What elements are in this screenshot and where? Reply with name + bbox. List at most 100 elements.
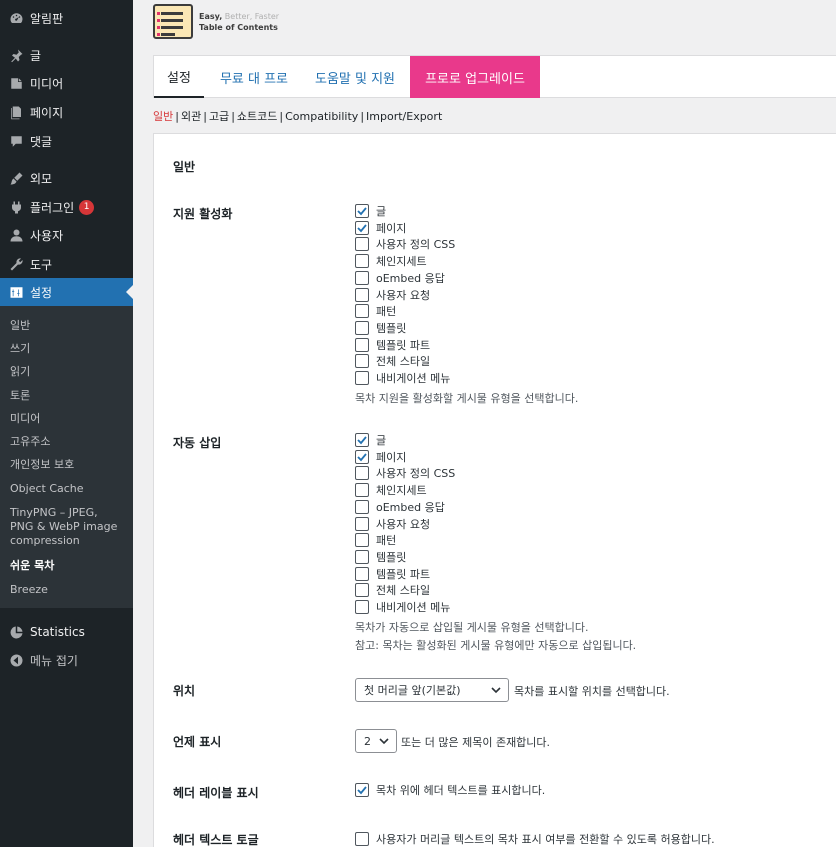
- auto-insert-checkbox[interactable]: [355, 600, 369, 614]
- menu-item-posts[interactable]: 글: [0, 41, 133, 69]
- auto-insert-option[interactable]: oEmbed 응답: [355, 499, 445, 515]
- support-checkbox[interactable]: [355, 237, 369, 252]
- menu-label: 알림판: [30, 11, 64, 26]
- support-description: 목차 지원을 활성화할 게시물 유형을 선택합니다.: [355, 392, 579, 405]
- tab-settings[interactable]: 설정: [154, 56, 204, 98]
- auto-insert-option-label: 사용자 요청: [376, 517, 431, 531]
- position-select[interactable]: 첫 머리글 앞(기본값): [355, 678, 509, 702]
- submenu-item-permalinks[interactable]: 고유주소: [10, 435, 128, 449]
- menu-item-plugins[interactable]: 플러그인 1: [0, 193, 133, 221]
- submenu-item-reading[interactable]: 읽기: [10, 365, 128, 379]
- support-checkbox[interactable]: [355, 371, 369, 385]
- auto-insert-checkbox[interactable]: [355, 483, 369, 498]
- support-checkbox[interactable]: [355, 354, 369, 369]
- auto-insert-checkbox[interactable]: [355, 533, 369, 548]
- subnav-advanced[interactable]: 고급: [209, 110, 229, 123]
- auto-insert-checkbox[interactable]: [355, 499, 369, 514]
- support-option[interactable]: 패턴: [355, 303, 396, 319]
- support-checkbox[interactable]: [355, 270, 369, 285]
- menu-label: 페이지: [30, 105, 64, 120]
- position-select-value: 첫 머리글 앞(기본값): [364, 684, 461, 697]
- auto-insert-option[interactable]: 템플릿: [355, 549, 406, 565]
- chevron-down-icon: [379, 738, 389, 745]
- auto-insert-checkbox[interactable]: [355, 566, 369, 581]
- subnav-import-export[interactable]: Import/Export: [366, 110, 442, 123]
- support-option[interactable]: oEmbed 응답: [355, 270, 445, 286]
- subnav-appearance[interactable]: 외관: [181, 110, 201, 123]
- submenu-item-writing[interactable]: 쓰기: [10, 342, 128, 356]
- auto-insert-option-label: 내비게이션 메뉴: [376, 601, 451, 614]
- submenu-item-general[interactable]: 일반: [10, 319, 128, 333]
- auto-insert-description: 목차가 자동으로 삽입될 게시물 유형을 선택합니다.: [355, 621, 589, 634]
- menu-item-statistics[interactable]: Statistics: [0, 618, 133, 646]
- support-option[interactable]: 글: [355, 203, 386, 219]
- menu-item-comments[interactable]: 댓글: [0, 127, 133, 155]
- tab-help-support[interactable]: 도움말 및 지원: [304, 56, 406, 98]
- menu-label: 미디어: [30, 76, 64, 91]
- header-label-checkbox[interactable]: [355, 783, 369, 797]
- auto-insert-option[interactable]: 체인지세트: [355, 482, 427, 498]
- submenu-item-tinypng[interactable]: TinyPNG – JPEG, PNG & WebP image compres…: [10, 506, 122, 548]
- plugin-logo-icon: [153, 4, 193, 39]
- menu-item-users[interactable]: 사용자: [0, 221, 133, 249]
- menu-item-pages[interactable]: 페이지: [0, 98, 133, 126]
- submenu-item-discussion[interactable]: 토론: [10, 389, 128, 403]
- support-checkbox[interactable]: [355, 287, 369, 302]
- menu-item-settings[interactable]: 설정: [0, 278, 133, 306]
- support-option[interactable]: 사용자 정의 CSS: [355, 236, 455, 252]
- active-menu-arrow: [126, 285, 133, 299]
- support-checkbox[interactable]: [355, 220, 369, 235]
- header-label-option[interactable]: 목차 위에 헤더 텍스트를 표시합니다.: [355, 782, 545, 798]
- auto-insert-checkbox[interactable]: [355, 433, 369, 447]
- heading-count-select[interactable]: 2: [355, 729, 397, 753]
- support-checkbox[interactable]: [355, 304, 369, 319]
- auto-insert-checkbox[interactable]: [355, 516, 369, 531]
- auto-insert-checkbox[interactable]: [355, 449, 369, 464]
- menu-item-dashboard[interactable]: 알림판: [0, 4, 133, 32]
- menu-item-appearance[interactable]: 외모: [0, 164, 133, 192]
- auto-insert-checkbox[interactable]: [355, 549, 369, 564]
- subnav-compatibility[interactable]: Compatibility: [285, 110, 358, 123]
- support-checkbox[interactable]: [355, 337, 369, 352]
- support-option[interactable]: 템플릿 파트: [355, 337, 430, 353]
- support-option[interactable]: 전체 스타일: [355, 353, 430, 369]
- header-toggle-option[interactable]: 사용자가 머리글 텍스트의 목차 표시 여부를 전환할 수 있도록 허용합니다.: [355, 831, 715, 847]
- menu-item-media[interactable]: 미디어: [0, 69, 133, 97]
- menu-label: 설정: [30, 285, 53, 300]
- subnav-shortcode[interactable]: 쇼트코드: [237, 110, 277, 123]
- auto-insert-checkbox[interactable]: [355, 583, 369, 598]
- plugin-tagline: Easy, Better, Faster: [199, 12, 280, 21]
- collapse-menu-button[interactable]: 메뉴 접기: [0, 646, 133, 674]
- auto-insert-checkbox[interactable]: [355, 466, 369, 481]
- tab-upgrade-pro[interactable]: 프로로 업그레이드: [410, 56, 540, 98]
- menu-item-tools[interactable]: 도구: [0, 250, 133, 278]
- support-option-label: 템플릿: [376, 321, 407, 335]
- subnav-general[interactable]: 일반: [153, 110, 173, 123]
- tab-free-vs-pro[interactable]: 무료 대 프로: [210, 56, 298, 98]
- auto-insert-option[interactable]: 글: [355, 432, 386, 448]
- support-checkbox[interactable]: [355, 204, 369, 218]
- submenu-item-easy-toc[interactable]: 쉬운 목차: [10, 559, 128, 573]
- auto-insert-option[interactable]: 템플릿 파트: [355, 566, 430, 582]
- submenu-item-media[interactable]: 미디어: [10, 412, 128, 426]
- header-toggle-description: 사용자가 머리글 텍스트의 목차 표시 여부를 전환할 수 있도록 허용합니다.: [376, 833, 715, 846]
- support-option[interactable]: 템플릿: [355, 320, 406, 336]
- auto-insert-option[interactable]: 사용자 요청: [355, 516, 430, 532]
- auto-insert-option[interactable]: 전체 스타일: [355, 582, 430, 598]
- submenu-item-privacy[interactable]: 개인정보 보호: [10, 458, 128, 472]
- auto-insert-option[interactable]: 페이지: [355, 449, 406, 465]
- auto-insert-option[interactable]: 사용자 정의 CSS: [355, 465, 455, 481]
- submenu-item-breeze[interactable]: Breeze: [10, 583, 128, 597]
- position-label: 위치: [173, 684, 196, 698]
- submenu-item-object-cache[interactable]: Object Cache: [10, 482, 128, 496]
- header-toggle-checkbox[interactable]: [355, 832, 369, 846]
- support-option[interactable]: 내비게이션 메뉴: [355, 370, 450, 386]
- support-option[interactable]: 체인지세트: [355, 253, 427, 269]
- support-checkbox[interactable]: [355, 320, 369, 335]
- support-checkbox[interactable]: [355, 254, 369, 269]
- auto-insert-option[interactable]: 내비게이션 메뉴: [355, 599, 450, 615]
- support-option[interactable]: 페이지: [355, 220, 406, 236]
- support-option[interactable]: 사용자 요청: [355, 287, 430, 303]
- auto-insert-option[interactable]: 패턴: [355, 532, 396, 548]
- auto-insert-option-label: 전체 스타일: [376, 584, 431, 598]
